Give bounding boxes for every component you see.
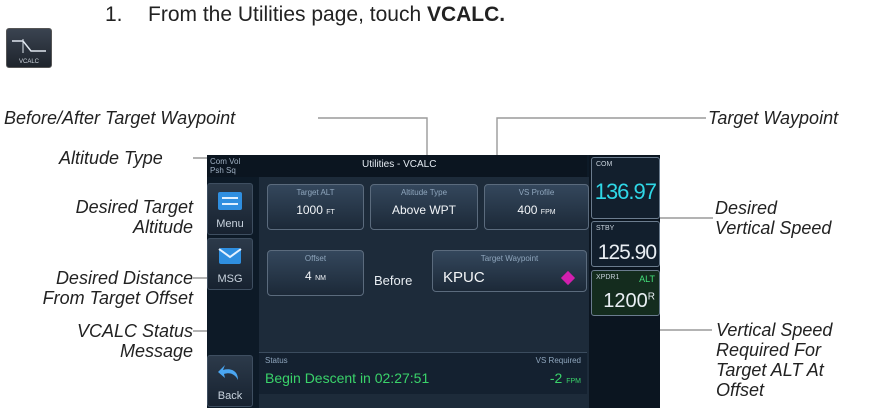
- callout-desired-vs-line1: Desired: [715, 198, 778, 218]
- xpdr-code-number: 1200: [603, 290, 648, 312]
- status-message: Begin Descent in 02:27:51: [265, 370, 430, 386]
- target-alt-button[interactable]: Target ALT 1000 FT: [267, 184, 364, 230]
- stby-label: STBY: [596, 225, 615, 232]
- target-waypoint-label: Target Waypoint: [480, 254, 539, 263]
- vs-profile-value: 400 FPM: [485, 203, 588, 217]
- callout-vs-required-line1: Vertical Speed: [716, 320, 833, 340]
- offset-number: 4: [305, 269, 312, 283]
- vs-profile-label: VS Profile: [518, 188, 555, 197]
- airport-diamond-icon: [560, 270, 576, 286]
- altitude-type-label: Altitude Type: [400, 188, 448, 197]
- callout-vs-required: Vertical Speed Required For Target ALT A…: [716, 320, 832, 400]
- com-volume-knob-label: Com Vol Psh Sq: [210, 157, 240, 175]
- xpdr-reply-indicator: R: [647, 291, 655, 303]
- page-title: Utilities - VCALC: [362, 159, 437, 170]
- menu-button[interactable]: Menu: [207, 183, 253, 235]
- altitude-type-value: Above WPT: [391, 203, 457, 217]
- vs-required-number: -2: [549, 370, 563, 386]
- xpdr-code: 1200R: [603, 290, 655, 313]
- callout-vcalc-status-line1: VCALC Status: [76, 321, 193, 341]
- callout-desired-distance-line2: From Target Offset: [42, 288, 193, 308]
- callout-desired-vs: Desired Vertical Speed: [715, 198, 831, 238]
- transponder-box[interactable]: XPDR1 ALT 1200R: [591, 270, 660, 316]
- offset-label: Offset: [304, 254, 327, 263]
- vs-profile-number: 400: [517, 203, 538, 217]
- vs-profile-unit: FPM: [540, 209, 556, 216]
- callout-desired-distance-line1: Desired Distance: [55, 268, 193, 288]
- vs-required-value: -2 FPM: [550, 370, 581, 386]
- target-alt-value: 1000 FT: [268, 203, 363, 217]
- target-waypoint-id: KPUC: [443, 269, 485, 286]
- status-label: Status: [265, 356, 288, 365]
- msg-label: MSG: [217, 273, 243, 285]
- message-icon: [218, 248, 242, 264]
- callout-desired-vs-line2: Vertical Speed: [715, 218, 832, 238]
- com-standby-frequency[interactable]: STBY 125.90: [591, 221, 660, 267]
- back-label: Back: [217, 390, 243, 402]
- callout-desired-altitude-line1: Desired Target: [75, 197, 193, 217]
- target-waypoint-button[interactable]: Target Waypoint KPUC: [432, 250, 587, 292]
- callout-altitude-type: Altitude Type: [59, 148, 163, 168]
- com-vol-text: Com Vol: [210, 157, 241, 166]
- com-label: COM: [596, 161, 613, 168]
- back-button[interactable]: Back: [207, 355, 253, 407]
- callout-desired-distance: Desired Distance From Target Offset: [43, 268, 193, 308]
- offset-value: 4 NM: [268, 269, 363, 283]
- xpdr-label: XPDR1: [596, 274, 620, 281]
- vs-profile-button[interactable]: VS Profile 400 FPM: [484, 184, 589, 230]
- status-bar: Status Begin Descent in 02:27:51 VS Requ…: [259, 352, 587, 394]
- target-alt-unit: FT: [326, 209, 335, 216]
- callout-before-after: Before/After Target Waypoint: [4, 108, 236, 128]
- msg-button[interactable]: MSG: [207, 238, 253, 290]
- vcalc-screen: Com Vol Psh Sq Utilities - VCALC Menu MS…: [207, 155, 660, 408]
- target-alt-number: 1000: [296, 203, 323, 217]
- com-active-frequency[interactable]: COM 136.97: [591, 157, 660, 219]
- callout-vs-required-line4: Offset: [716, 380, 765, 400]
- callout-vcalc-status: VCALC Status Message: [77, 321, 193, 361]
- vs-required-label: VS Required: [535, 356, 581, 365]
- callout-target-waypoint: Target Waypoint: [708, 108, 839, 128]
- vs-required-unit: FPM: [566, 378, 581, 385]
- push-squelch-text: Psh Sq: [210, 166, 236, 175]
- back-arrow-icon: [218, 365, 238, 380]
- xpdr-mode: ALT: [639, 274, 655, 284]
- com-freq: 136.97: [594, 179, 657, 204]
- callout-vs-required-line2: Required For: [716, 340, 822, 360]
- offset-button[interactable]: Offset 4 NM: [267, 250, 364, 296]
- offset-unit: NM: [315, 275, 326, 282]
- stby-freq: 125.90: [597, 241, 657, 264]
- before-after-toggle[interactable]: Before: [374, 273, 412, 288]
- callout-desired-altitude-line2: Altitude: [132, 217, 193, 237]
- menu-icon: [218, 192, 242, 210]
- callout-desired-altitude: Desired Target Altitude: [76, 197, 193, 237]
- target-alt-label: Target ALT: [296, 188, 335, 197]
- altitude-type-button[interactable]: Altitude Type Above WPT: [370, 184, 478, 230]
- callout-vcalc-status-line2: Message: [119, 341, 193, 361]
- callout-vs-required-line3: Target ALT At: [716, 360, 824, 380]
- menu-label: Menu: [216, 218, 244, 230]
